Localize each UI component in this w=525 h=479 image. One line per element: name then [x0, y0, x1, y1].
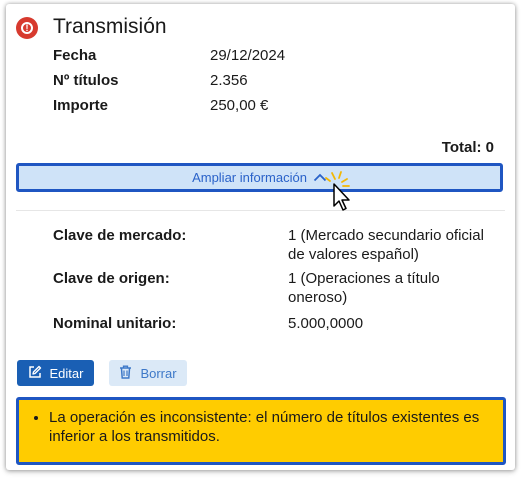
expand-info-button[interactable]: Ampliar información	[16, 163, 503, 192]
card-title: Transmisión	[53, 15, 167, 38]
trash-icon	[119, 365, 132, 382]
error-alert-icon: !	[16, 17, 38, 39]
detail-label: Clave de mercado:	[53, 227, 187, 244]
detail-label: Clave de origen:	[53, 270, 170, 287]
edit-button-label: Editar	[49, 365, 84, 381]
edit-button[interactable]: Editar	[17, 360, 94, 386]
operation-card: ! Transmisión Fecha 29/12/2024 Nº título…	[6, 4, 515, 470]
summary-value: 29/12/2024	[210, 47, 286, 64]
summary-label: Importe	[53, 97, 109, 114]
delete-button-label: Borrar	[140, 365, 177, 381]
mouse-pointer-icon	[325, 170, 357, 221]
detail-value: 1 (Mercado secundario oficial de valores…	[288, 227, 484, 263]
expand-info-label: Ampliar información	[192, 170, 307, 185]
detail-label: Nominal unitario:	[53, 315, 177, 332]
summary-label: Nº títulos	[53, 72, 119, 89]
detail-value: 5.000,0000	[288, 315, 364, 332]
summary-value: 250,00 €	[210, 97, 269, 114]
warning-message: La operación es inconsistente: el número…	[49, 408, 489, 446]
total-label: Total: 0	[441, 139, 494, 156]
delete-button[interactable]: Borrar	[109, 360, 187, 386]
section-divider	[16, 210, 505, 211]
summary-label: Fecha	[53, 47, 97, 64]
summary-value: 2.356	[210, 72, 248, 89]
detail-value: 1 (Operaciones a título oneroso)	[288, 270, 440, 306]
edit-icon	[28, 365, 42, 382]
warning-box: La operación es inconsistente: el número…	[16, 397, 506, 465]
